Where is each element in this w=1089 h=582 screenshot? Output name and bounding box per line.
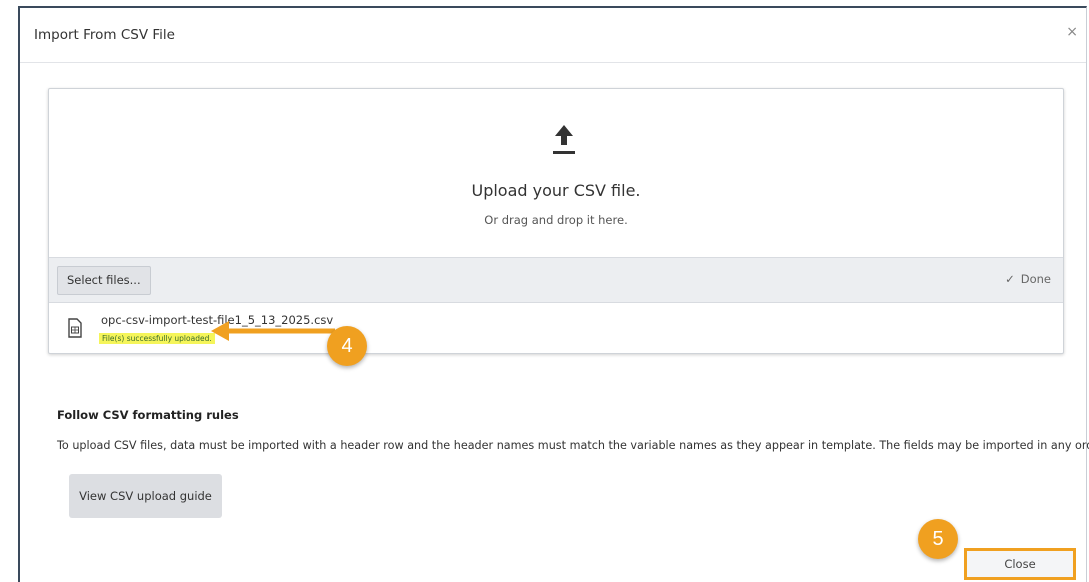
upload-title: Upload your CSV file. [471,181,641,200]
done-label: Done [1020,272,1051,286]
dialog-title: Import From CSV File [34,27,175,43]
dropzone[interactable]: Upload your CSV file. Or drag and drop i… [49,89,1063,257]
view-csv-guide-button[interactable]: View CSV upload guide [69,474,222,518]
done-status: ✓ Done [1005,272,1051,286]
dialog-header: Import From CSV File × [20,8,1086,63]
upload-success-status: File(s) successfully uploaded. [99,333,215,344]
step-4-badge: 4 [327,326,367,366]
upload-subtitle: Or drag and drop it here. [484,213,628,227]
upload-panel: Upload your CSV file. Or drag and drop i… [48,88,1064,354]
close-button[interactable]: Close [964,548,1076,580]
check-icon: ✓ [1005,272,1015,286]
rules-title: Follow CSV formatting rules [57,408,239,422]
upload-toolbar: Select files... ✓ Done [49,257,1063,303]
rules-text: To upload CSV files, data must be import… [57,439,1089,452]
upload-icon [553,125,575,154]
arrow-icon [211,321,335,341]
step-5-badge: 5 [918,519,958,559]
select-files-button[interactable]: Select files... [57,266,151,295]
import-csv-dialog: Import From CSV File × Upload your CSV f… [18,6,1089,582]
csv-file-icon [68,318,82,338]
close-icon[interactable]: × [1066,24,1078,40]
uploaded-file-row: opc-csv-import-test-file1_5_13_2025.csv … [49,302,1063,354]
